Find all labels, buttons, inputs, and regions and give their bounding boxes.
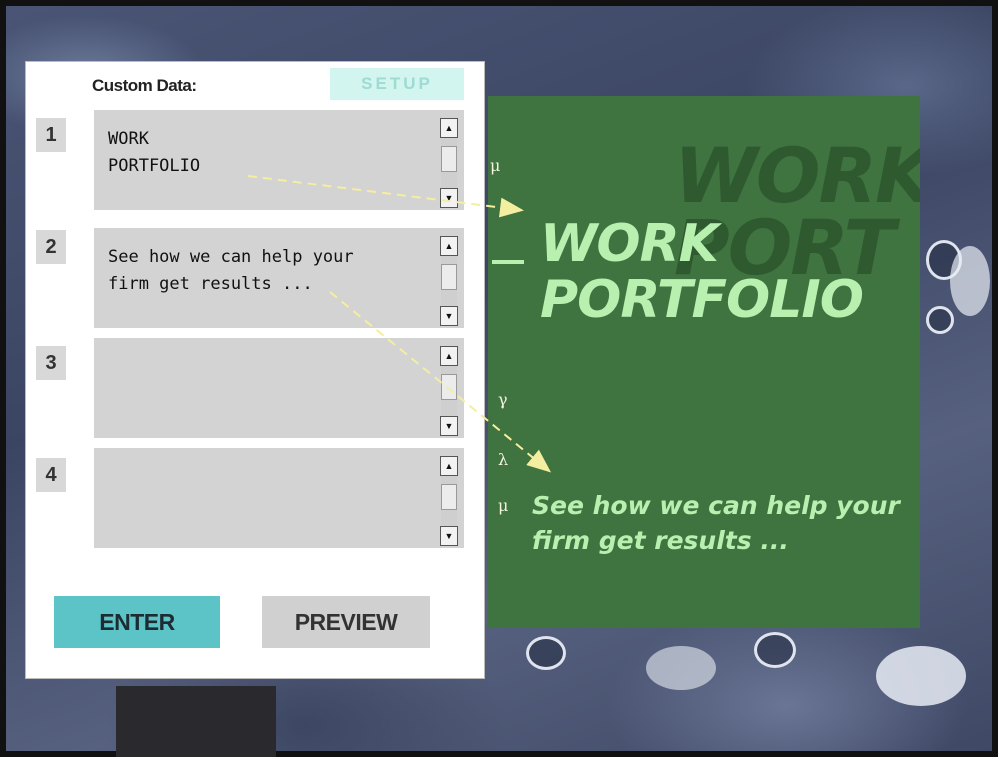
mapping-arrows [247, 175, 552, 473]
arrow-field-2-to-subtitle [329, 291, 552, 473]
arrow-field-1-to-title [247, 175, 524, 218]
